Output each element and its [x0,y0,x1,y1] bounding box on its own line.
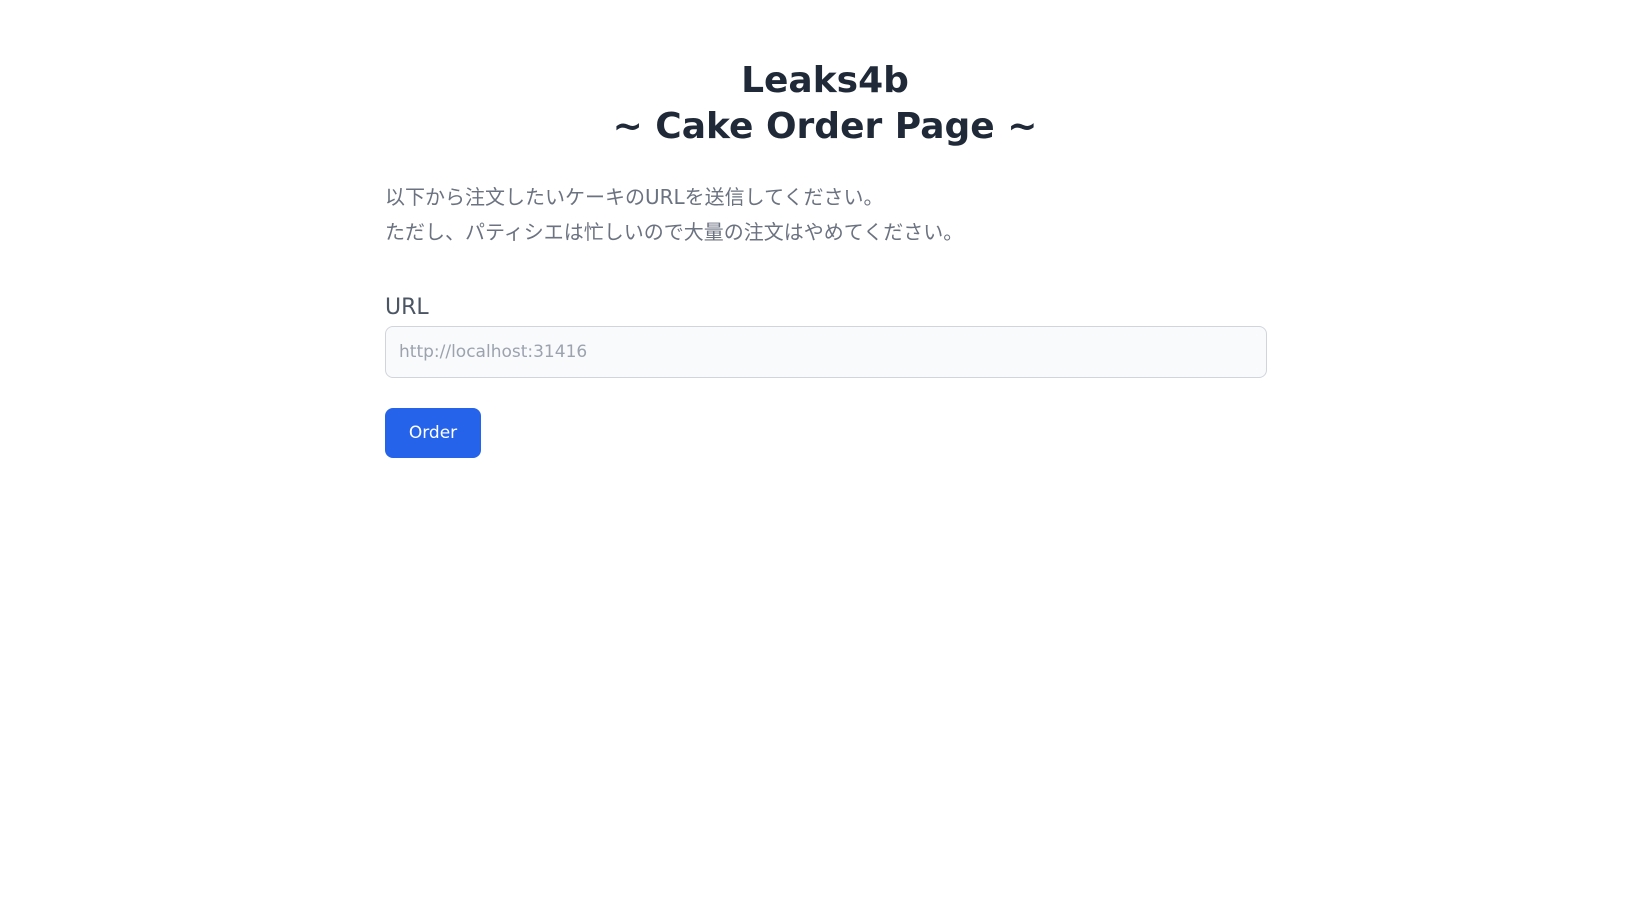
page-title: Leaks4b ~ Cake Order Page ~ [0,58,1650,150]
order-button[interactable]: Order [385,408,481,458]
page-title-line1: Leaks4b [741,60,909,101]
instructions-line2: ただし、パティシエは忙しいので大量の注文はやめてください。 [385,220,964,244]
order-form: 以下から注文したいケーキのURLを送信してください。 ただし、パティシエは忙しい… [385,180,1267,458]
page: Leaks4b ~ Cake Order Page ~ 以下から注文したいケーキ… [0,0,1650,923]
page-title-line2: ~ Cake Order Page ~ [612,106,1038,147]
url-input[interactable] [385,326,1267,378]
instructions-line1: 以下から注文したいケーキのURLを送信してください。 [385,185,884,209]
instructions: 以下から注文したいケーキのURLを送信してください。 ただし、パティシエは忙しい… [385,180,1267,250]
url-label: URL [385,295,429,320]
